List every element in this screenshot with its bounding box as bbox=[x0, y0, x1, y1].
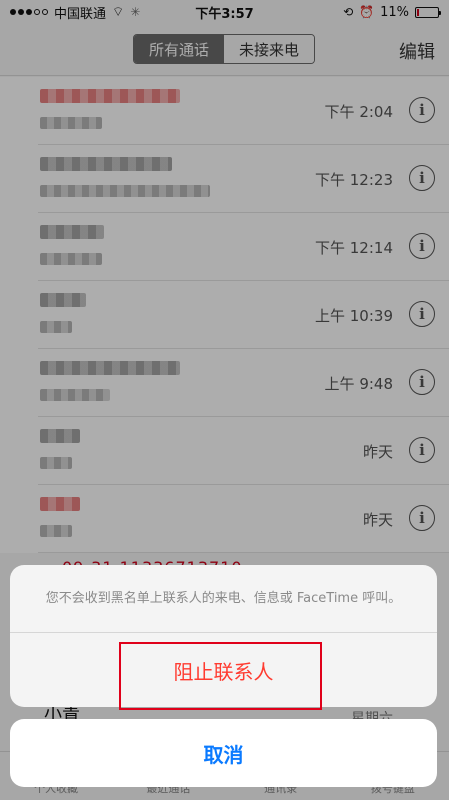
cancel-button[interactable]: 取消 bbox=[10, 719, 437, 787]
action-sheet-message: 您不会收到黑名单上联系人的来电、信息或 FaceTime 呼叫。 bbox=[10, 565, 437, 633]
annotation-highlight-box bbox=[119, 642, 322, 710]
